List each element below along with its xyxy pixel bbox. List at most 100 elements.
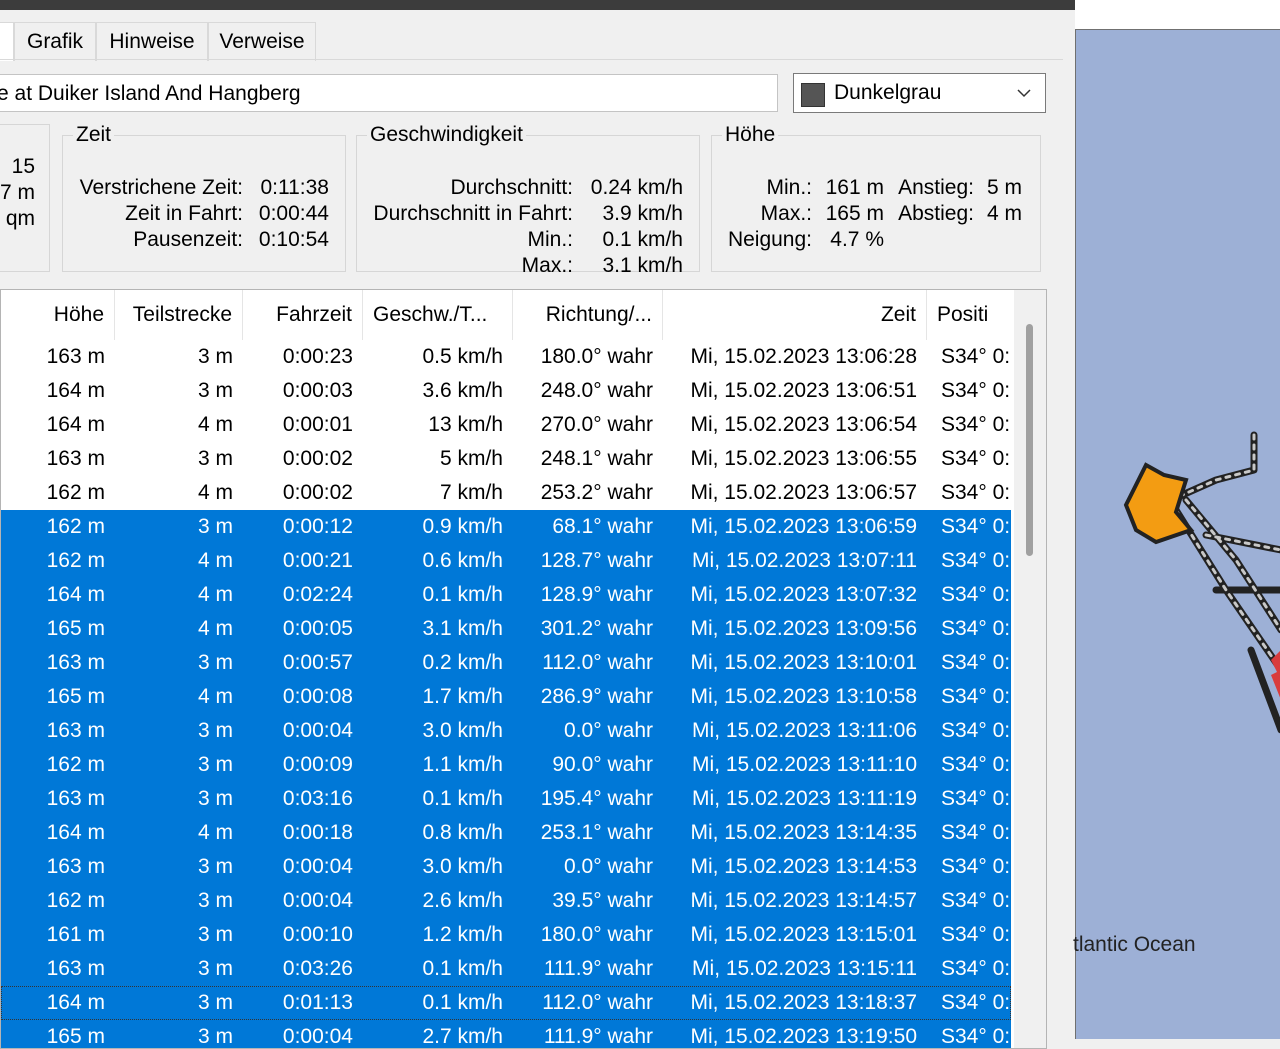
table-cell: 3 m	[197, 957, 233, 980]
table-cell: 162 m	[46, 889, 105, 912]
table-cell: 253.2° wahr	[540, 481, 653, 504]
table-cell: Mi, 15.02.2023 13:06:28	[690, 345, 917, 368]
vertical-scrollbar[interactable]	[1014, 290, 1046, 1048]
table-cell: 0.8 km/h	[422, 821, 503, 844]
column-header-richtung[interactable]: Richtung/...	[513, 290, 663, 340]
table-cell: S34° 0:	[941, 753, 1011, 776]
neigung-label: Neigung:	[727, 228, 812, 251]
table-row[interactable]: 163 m 3 m 0:00:57 0.2 km/h 112.0° wahr Mi, 15…	[1, 646, 1011, 680]
column-header-zeit[interactable]: Zeit	[663, 290, 927, 340]
table-row[interactable]: 162 m 3 m 0:00:09 1.1 km/h 90.0° wahr Mi, 15.…	[1, 748, 1011, 782]
table-row[interactable]: 163 m 3 m 0:00:23 0.5 km/h 180.0° wahr Mi, 15…	[1, 340, 1011, 374]
table-row[interactable]: 163 m 3 m 0:00:04 3.0 km/h 0.0° wahr Mi, 15.0…	[1, 850, 1011, 884]
zeit-group: Zeit Verstrichene Zeit: 0:11:38 Zeit in …	[62, 124, 346, 272]
color-dropdown[interactable]: Dunkelgrau	[793, 73, 1046, 113]
table-cell: 163 m	[46, 651, 105, 674]
table-cell: 4 m	[197, 481, 233, 504]
map-toolbar	[1075, 0, 1280, 30]
track-name-input[interactable]: e at Duiker Island And Hangberg	[0, 74, 778, 112]
table-cell: 0.9 km/h	[422, 515, 503, 538]
column-header-geschwindigkeit[interactable]: Geschw./T...	[363, 290, 513, 340]
table-cell: 4 m	[197, 821, 233, 844]
table-row[interactable]: 163 m 3 m 0:00:04 3.0 km/h 0.0° wahr Mi, 15.0…	[1, 714, 1011, 748]
table-row[interactable]: 163 m 3 m 0:00:02 5 km/h 248.1° wahr Mi, 15.0…	[1, 442, 1011, 476]
zeit-title: Zeit	[76, 123, 112, 146]
tab-grafik[interactable]: Grafik	[14, 22, 96, 61]
table-row[interactable]: 165 m 3 m 0:00:04 2.7 km/h 111.9° wahr Mi, 15…	[1, 1020, 1011, 1048]
table-row[interactable]: 164 m 4 m 0:02:24 0.1 km/h 128.9° wahr Mi, 15…	[1, 578, 1011, 612]
zeit-label-1: Verstrichene Zeit:	[79, 176, 243, 199]
table-cell: S34° 0:	[941, 991, 1011, 1014]
hoehe-group: Höhe Min.: 161 m Anstieg: 5 m Max.: 165 …	[711, 124, 1041, 272]
table-cell: 112.0° wahr	[542, 991, 653, 1014]
table-cell: Mi, 15.02.2023 13:06:57	[690, 481, 917, 504]
table-cell: Mi, 15.02.2023 13:15:11	[692, 957, 917, 980]
table-row[interactable]: 164 m 4 m 0:00:18 0.8 km/h 253.1° wahr Mi, 15…	[1, 816, 1011, 850]
table-row[interactable]: 162 m 3 m 0:00:12 0.9 km/h 68.1° wahr Mi, 15.…	[1, 510, 1011, 544]
color-swatch	[801, 83, 825, 107]
hoehe-max-label: Max.:	[760, 202, 812, 225]
column-header-position[interactable]: Positi	[927, 290, 1011, 340]
table-cell: S34° 0:	[941, 617, 1011, 640]
table-cell: 164 m	[46, 821, 105, 844]
table-row[interactable]: 163 m 3 m 0:03:16 0.1 km/h 195.4° wahr Mi, 15…	[1, 782, 1011, 816]
scrollbar-thumb[interactable]	[1026, 324, 1033, 556]
table-cell: 3 m	[197, 1025, 233, 1048]
table-row[interactable]: 161 m 3 m 0:00:10 1.2 km/h 180.0° wahr Mi, 15…	[1, 918, 1011, 952]
table-cell: 39.5° wahr	[552, 889, 653, 912]
table-cell: 3.0 km/h	[422, 719, 503, 742]
table-cell: Mi, 15.02.2023 13:10:01	[690, 651, 917, 674]
chevron-down-icon	[1017, 89, 1031, 98]
table-row[interactable]: 164 m 3 m 0:00:03 3.6 km/h 248.0° wahr Mi, 15…	[1, 374, 1011, 408]
column-header-fahrzeit[interactable]: Fahrzeit	[243, 290, 363, 340]
anstieg-label: Anstieg:	[898, 176, 974, 199]
table-cell: 161 m	[46, 923, 105, 946]
table-cell: 0.1 km/h	[422, 957, 503, 980]
map-view[interactable]	[1075, 30, 1280, 1039]
table-cell: Mi, 15.02.2023 13:06:54	[690, 413, 917, 436]
table-cell: Mi, 15.02.2023 13:11:19	[692, 787, 917, 810]
table-cell: S34° 0:	[941, 957, 1011, 980]
table-cell: Mi, 15.02.2023 13:15:01	[690, 923, 917, 946]
table-row[interactable]: 165 m 4 m 0:00:05 3.1 km/h 301.2° wahr Mi, 15…	[1, 612, 1011, 646]
tab-active-partial[interactable]	[0, 22, 14, 61]
table-row[interactable]: 165 m 4 m 0:00:08 1.7 km/h 286.9° wahr Mi, 15…	[1, 680, 1011, 714]
window-title-bar	[0, 0, 1075, 10]
tab-hinweise[interactable]: Hinweise	[96, 22, 208, 61]
table-row[interactable]: 164 m 3 m 0:01:13 0.1 km/h 112.0° wahr Mi, 15…	[1, 986, 1011, 1020]
trackpoint-list[interactable]: Höhe Teilstrecke Fahrzeit Geschw./T... R…	[0, 289, 1047, 1049]
table-row[interactable]: 164 m 4 m 0:00:01 13 km/h 270.0° wahr Mi, 15.…	[1, 408, 1011, 442]
table-row[interactable]: 162 m 4 m 0:00:21 0.6 km/h 128.7° wahr Mi, 15…	[1, 544, 1011, 578]
table-cell: S34° 0:	[941, 345, 1011, 368]
table-cell: 4 m	[197, 583, 233, 606]
geschwindigkeit-title: Geschwindigkeit	[370, 123, 523, 146]
speed-value-2: 3.9 km/h	[602, 202, 683, 225]
table-cell: 163 m	[46, 719, 105, 742]
table-cell: 163 m	[46, 957, 105, 980]
table-cell: 4 m	[197, 413, 233, 436]
table-cell: 4 m	[197, 617, 233, 640]
column-header-hoehe[interactable]: Höhe	[1, 290, 115, 340]
table-row[interactable]: 163 m 3 m 0:03:26 0.1 km/h 111.9° wahr Mi, 15…	[1, 952, 1011, 986]
table-cell: Mi, 15.02.2023 13:14:57	[690, 889, 917, 912]
table-row[interactable]: 162 m 3 m 0:00:04 2.6 km/h 39.5° wahr Mi, 15.…	[1, 884, 1011, 918]
table-cell: 0.1 km/h	[422, 787, 503, 810]
table-cell: 0.0° wahr	[564, 855, 653, 878]
table-cell: 1.2 km/h	[422, 923, 503, 946]
speed-label-1: Durchschnitt:	[450, 176, 573, 199]
table-cell: 0:00:04	[282, 1025, 353, 1048]
table-cell: 0:00:02	[282, 447, 353, 470]
hoehe-title: Höhe	[725, 123, 776, 146]
table-cell: 163 m	[46, 787, 105, 810]
table-row[interactable]: 162 m 4 m 0:00:02 7 km/h 253.2° wahr Mi, 15.0…	[1, 476, 1011, 510]
color-label: Dunkelgrau	[834, 81, 942, 104]
table-cell: 0:00:23	[282, 345, 353, 368]
table-cell: 2.6 km/h	[422, 889, 503, 912]
table-cell: S34° 0:	[941, 413, 1011, 436]
table-cell: 0.1 km/h	[422, 991, 503, 1014]
splitter[interactable]	[1063, 10, 1073, 1039]
table-cell: 164 m	[46, 991, 105, 1014]
column-header-teilstrecke[interactable]: Teilstrecke	[115, 290, 243, 340]
table-cell: 164 m	[46, 379, 105, 402]
tab-verweise[interactable]: Verweise	[208, 22, 316, 61]
